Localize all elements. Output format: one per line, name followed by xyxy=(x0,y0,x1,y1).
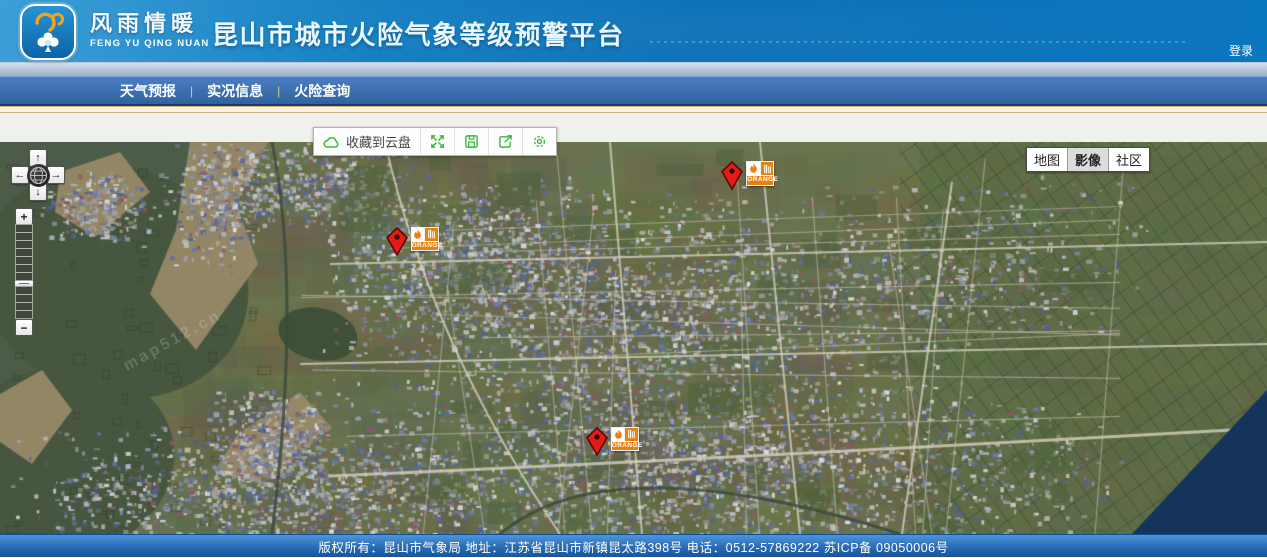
zoom-out-button[interactable]: − xyxy=(15,319,33,336)
logo xyxy=(20,4,76,60)
zoom-slider-track-lower[interactable] xyxy=(14,287,34,319)
map-pin-icon xyxy=(585,427,609,457)
map-type-imagery-button[interactable]: 影像 xyxy=(1068,148,1109,171)
settings-button[interactable] xyxy=(523,128,556,155)
page-title: 昆山市城市火险气象等级预警平台 xyxy=(212,15,625,52)
fullscreen-icon xyxy=(430,134,445,149)
save-icon xyxy=(464,134,479,149)
fire-risk-level-label: ORANGE xyxy=(747,175,773,185)
map-type-switch: 地图 影像 社区 xyxy=(1026,147,1150,172)
fire-risk-marker[interactable]: ORANGE xyxy=(385,227,439,257)
logo-cloud-flower-icon xyxy=(27,9,69,55)
main-nav: 天气预报 | 实况信息 | 火险查询 xyxy=(0,76,1267,106)
nav-item-fire-risk-query[interactable]: 火险查询 xyxy=(294,81,350,101)
globe-icon[interactable] xyxy=(27,164,50,187)
nav-item-weather-forecast[interactable]: 天气预报 xyxy=(120,81,176,101)
logo-text: 风雨情暖 FENG YU QING NUAN xyxy=(90,13,209,49)
zoom-slider-segment xyxy=(15,310,33,319)
fire-risk-level-label: ORANGE xyxy=(612,441,638,451)
fire-risk-marker[interactable]: ORANGE xyxy=(585,427,639,457)
cloud-icon xyxy=(323,135,340,149)
building-icon xyxy=(625,428,638,441)
fire-risk-badge: ORANGE xyxy=(611,427,639,452)
fullscreen-button[interactable] xyxy=(421,128,455,155)
map-type-map-button[interactable]: 地图 xyxy=(1027,148,1068,171)
accent-stripe xyxy=(0,106,1267,113)
page: 风雨情暖 FENG YU QING NUAN 昆山市城市火险气象等级预警平台 登… xyxy=(0,0,1267,558)
nav-separator: | xyxy=(277,84,280,98)
header-decor-dots xyxy=(650,41,1187,43)
footer: 版权所有：昆山市气象局 地址：江苏省昆山市新镇昆太路398号 电话：0512-5… xyxy=(0,534,1267,557)
map-pin-icon xyxy=(385,227,409,257)
fire-risk-marker[interactable]: ORANGE xyxy=(720,161,774,191)
share-icon xyxy=(498,134,513,149)
header-substripe xyxy=(0,62,1267,76)
flame-icon xyxy=(612,428,626,441)
satellite-map[interactable] xyxy=(0,142,1267,534)
map-type-community-button[interactable]: 社区 xyxy=(1109,148,1149,171)
save-to-cloud-button[interactable]: 收藏到云盘 xyxy=(314,128,421,155)
save-image-button[interactable] xyxy=(455,128,489,155)
building-icon xyxy=(761,162,774,175)
nav-item-live-info[interactable]: 实况信息 xyxy=(207,81,263,101)
fire-risk-badge: ORANGE xyxy=(746,161,774,186)
map-area: map512.cn ↑ ← → ↓ + − xyxy=(0,142,1267,534)
logo-name-en: FENG YU QING NUAN xyxy=(90,39,209,49)
map-pin-icon xyxy=(720,161,744,191)
map-pan-control: ↑ ← → ↓ xyxy=(10,149,70,205)
logo-name-cn: 风雨情暖 xyxy=(90,13,209,35)
fire-risk-level-label: ORANGE xyxy=(412,241,438,251)
flame-icon xyxy=(412,228,426,241)
content-gap xyxy=(0,113,1267,142)
zoom-in-button[interactable]: + xyxy=(15,208,33,225)
save-to-cloud-label: 收藏到云盘 xyxy=(346,132,411,151)
zoom-slider-track-upper[interactable] xyxy=(14,225,34,281)
share-button[interactable] xyxy=(489,128,523,155)
flame-icon xyxy=(747,162,761,175)
zoom-slider-segment xyxy=(15,272,33,281)
login-link[interactable]: 登录 xyxy=(1229,42,1253,59)
map-toolbar: 收藏到云盘 xyxy=(313,127,557,156)
fire-risk-badge: ORANGE xyxy=(411,227,439,252)
gear-icon xyxy=(532,134,547,149)
nav-separator: | xyxy=(190,84,193,98)
header: 风雨情暖 FENG YU QING NUAN 昆山市城市火险气象等级预警平台 登… xyxy=(0,0,1267,62)
copyright-text: 版权所有：昆山市气象局 地址：江苏省昆山市新镇昆太路398号 电话：0512-5… xyxy=(318,537,948,556)
map-zoom-control: + − xyxy=(14,208,34,336)
building-icon xyxy=(425,228,438,241)
